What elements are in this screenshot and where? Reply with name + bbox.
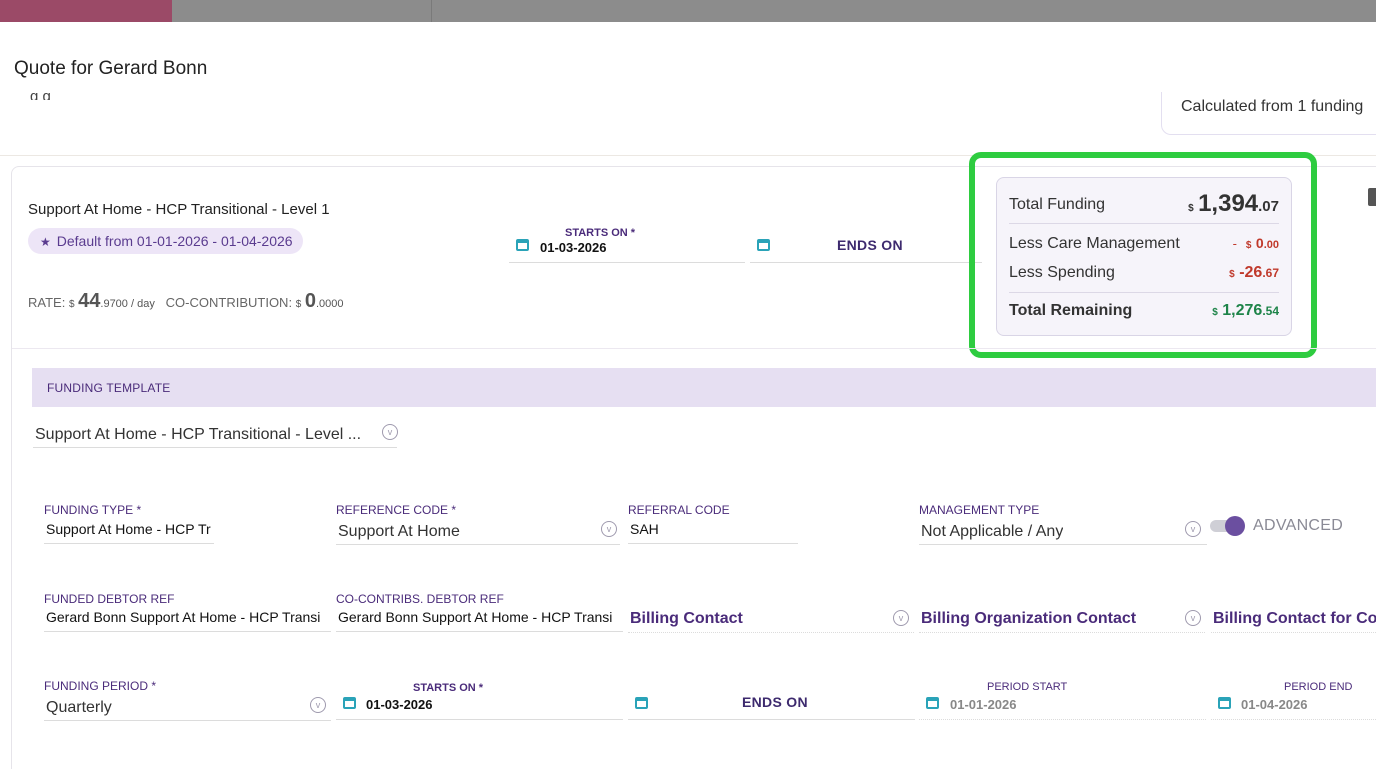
toggle-knob[interactable] — [1225, 516, 1245, 536]
referral-code-label: REFERRAL CODE — [628, 503, 730, 517]
default-badge-label: Default from 01-01-2026 - 01-04-2026 — [56, 233, 293, 249]
clipped-description-text: g g — [30, 88, 51, 100]
co-contribution-currency: $ — [295, 299, 302, 310]
co-contribution-whole: 0 — [304, 290, 316, 312]
starts-on-value[interactable]: 01-03-2026 — [540, 240, 607, 255]
management-type-label: MANAGEMENT TYPE — [919, 503, 1040, 517]
funding-template-header: FUNDING TEMPLATE — [32, 368, 1376, 407]
funded-debtor-ref-field[interactable]: FUNDED DEBTOR REF Gerard Bonn Support At… — [44, 592, 331, 632]
period-end-label: PERIOD END — [1284, 681, 1353, 693]
period-end-value: 01-04-2026 — [1241, 697, 1308, 712]
reference-code-value[interactable]: Support At Home — [338, 523, 460, 541]
funding-plan-title: Support At Home - HCP Transitional - Lev… — [28, 201, 330, 218]
co-contribution-label: CO-CONTRIBUTION: — [165, 295, 293, 310]
management-type-field[interactable]: MANAGEMENT TYPE Not Applicable / Any v — [919, 503, 1207, 545]
funded-debtor-ref-label: FUNDED DEBTOR REF — [44, 592, 175, 606]
chevron-down-icon[interactable]: v — [1185, 610, 1201, 626]
calendar-icon[interactable] — [516, 239, 529, 251]
calendar-icon[interactable] — [757, 239, 770, 251]
rate-decimal: .9700 / day — [100, 298, 155, 310]
funding-template-value: Support At Home - HCP Transitional - Lev… — [35, 426, 362, 443]
billing-organization-contact-select[interactable]: Billing Organization Contact v — [919, 592, 1205, 633]
funding-period-field[interactable]: FUNDING PERIOD * Quarterly v — [44, 679, 331, 721]
top-app-bar — [0, 0, 1376, 22]
starts-on-label: STARTS ON * — [565, 227, 636, 239]
period-start-label: PERIOD START — [987, 681, 1068, 693]
chevron-down-icon[interactable]: v — [893, 610, 909, 626]
plan-starts-on-field[interactable]: STARTS ON * 01-03-2026 — [509, 222, 745, 263]
card-divider — [12, 348, 1376, 349]
period-start-value: 01-01-2026 — [950, 697, 1017, 712]
funding-period-value[interactable]: Quarterly — [46, 699, 112, 717]
funding-type-value[interactable]: Support At Home - HCP Tr — [46, 521, 212, 537]
plan-ends-on-field[interactable]: ENDS ON — [750, 222, 982, 263]
required-mark: * — [451, 503, 457, 517]
funding-template-label: FUNDING TEMPLATE — [47, 381, 171, 395]
rate-row: RATE: $ 44.9700 / day CO-CONTRIBUTION: $… — [28, 290, 344, 313]
funding-period-label: FUNDING PERIOD * — [44, 679, 156, 693]
calendar-icon — [1218, 697, 1231, 709]
calendar-icon[interactable] — [635, 697, 648, 709]
chevron-down-icon[interactable]: v — [382, 424, 398, 440]
funding-template-select[interactable]: Support At Home - HCP Transitional - Lev… — [33, 420, 398, 448]
advanced-toggle[interactable] — [1210, 516, 1246, 536]
co-contribs-debtor-ref-value[interactable]: Gerard Bonn Support At Home - HCP Transi — [338, 609, 623, 625]
required-mark: * — [136, 503, 142, 517]
funding-type-field[interactable]: FUNDING TYPE * Support At Home - HCP Tr — [44, 503, 214, 544]
period-starts-on-label: STARTS ON * — [413, 682, 484, 694]
co-contribution-decimal: .0000 — [316, 298, 344, 310]
chevron-down-icon[interactable]: v — [1185, 521, 1201, 537]
trash-icon[interactable] — [1368, 188, 1376, 206]
reference-code-label: REFERENCE CODE * — [336, 503, 456, 517]
co-contribs-debtor-ref-label: CO-CONTRIBS. DEBTOR REF — [336, 592, 504, 606]
dialog-title: Quote for Gerard Bonn — [14, 58, 208, 79]
rate-label: RATE: — [28, 295, 66, 310]
calendar-icon — [926, 697, 939, 709]
billing-contact-co-select[interactable]: Billing Contact for Co-C — [1211, 592, 1376, 633]
billing-contact-label: Billing Contact — [630, 610, 743, 627]
funding-period-label-text: FUNDING PERIOD — [44, 679, 149, 693]
funding-type-label-text: FUNDING TYPE — [44, 503, 134, 517]
ends-on-label: ENDS ON — [837, 237, 903, 253]
referral-code-value[interactable]: SAH — [630, 521, 659, 537]
period-starts-on-value[interactable]: 01-03-2026 — [366, 697, 433, 712]
billing-contact-select[interactable]: Billing Contact v — [628, 592, 914, 633]
period-ends-on-field[interactable]: ENDS ON — [628, 679, 915, 720]
referral-code-field[interactable]: REFERRAL CODE SAH — [628, 503, 798, 544]
summary-highlight-outline — [969, 152, 1317, 358]
billing-contact-co-label: Billing Contact for Co-C — [1213, 610, 1376, 627]
calculated-note: Calculated from 1 funding — [1161, 92, 1376, 135]
calendar-icon[interactable] — [343, 697, 356, 709]
funding-type-label: FUNDING TYPE * — [44, 503, 141, 517]
billing-organization-contact-label: Billing Organization Contact — [921, 610, 1137, 627]
chevron-down-icon[interactable]: v — [310, 697, 326, 713]
period-ends-on-label: ENDS ON — [742, 694, 808, 710]
topbar-divider — [431, 0, 432, 22]
period-end-field: PERIOD END 01-04-2026 — [1211, 679, 1376, 720]
period-start-field: PERIOD START 01-01-2026 — [919, 679, 1206, 720]
star-icon: ★ — [40, 235, 51, 249]
advanced-label: ADVANCED — [1253, 517, 1344, 534]
co-contribs-debtor-ref-field[interactable]: CO-CONTRIBS. DEBTOR REF Gerard Bonn Supp… — [336, 592, 623, 632]
chevron-down-icon[interactable]: v — [601, 521, 617, 537]
required-mark: * — [151, 679, 157, 693]
rate-currency: $ — [68, 299, 75, 310]
management-type-value[interactable]: Not Applicable / Any — [921, 523, 1063, 541]
reference-code-field[interactable]: REFERENCE CODE * Support At Home v — [336, 503, 620, 545]
funded-debtor-ref-value[interactable]: Gerard Bonn Support At Home - HCP Transi — [46, 609, 331, 625]
rate-whole: 44 — [78, 290, 101, 312]
period-starts-on-field[interactable]: STARTS ON * 01-03-2026 — [336, 679, 623, 720]
app-logo-area[interactable] — [0, 0, 172, 22]
reference-code-label-text: REFERENCE CODE — [336, 503, 449, 517]
default-date-badge: ★ Default from 01-01-2026 - 01-04-2026 — [28, 228, 303, 254]
